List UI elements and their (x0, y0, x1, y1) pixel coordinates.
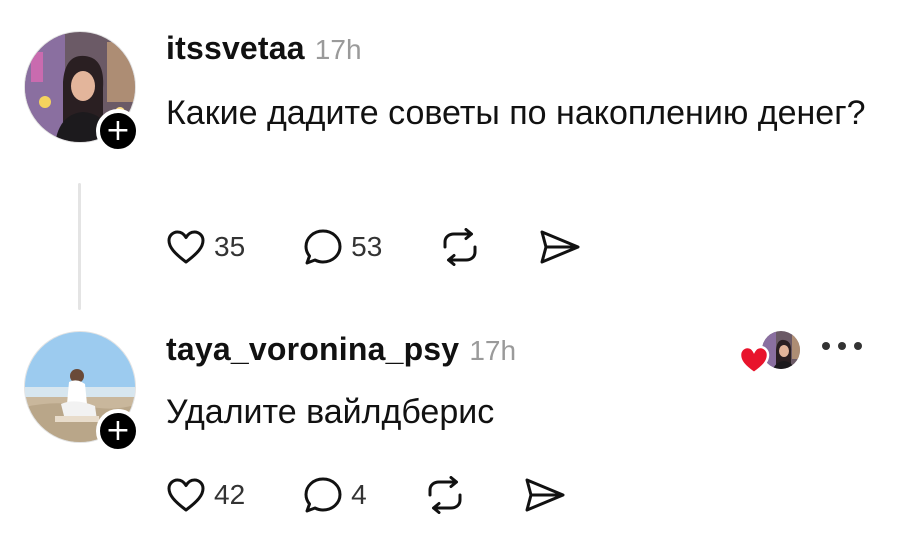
like-button[interactable]: 42 (166, 477, 245, 513)
author-liked-indicator (738, 329, 802, 375)
more-dot (838, 342, 846, 350)
post-actions: 35 53 (166, 228, 640, 266)
author-avatar-wrap[interactable]: + (24, 331, 140, 453)
comment-button[interactable]: 53 (303, 228, 382, 266)
post-text: Какие дадите советы по накоплению денег? (166, 94, 866, 132)
like-button[interactable]: 35 (166, 229, 245, 265)
more-options-button[interactable] (822, 339, 862, 353)
comment-icon (304, 477, 342, 513)
comment-icon (304, 229, 342, 265)
follow-plus-button[interactable]: + (96, 409, 140, 453)
more-dot (822, 342, 830, 350)
timestamp: 17h (469, 335, 517, 366)
comment-button[interactable]: 4 (303, 476, 367, 514)
username[interactable]: itssvetaa (166, 30, 305, 67)
share-icon (525, 478, 565, 512)
post-text: Удалите вайлдберис (166, 393, 495, 431)
post-header: taya_voronina_psy 17h (166, 331, 516, 368)
red-heart-icon (738, 345, 770, 375)
timestamp: 17h (314, 34, 362, 65)
more-dot (854, 342, 862, 350)
author-avatar-wrap[interactable]: + (24, 31, 140, 153)
heart-icon (167, 478, 205, 512)
like-count: 35 (214, 231, 246, 262)
share-button[interactable] (538, 228, 582, 266)
comment-count: 53 (351, 231, 383, 262)
heart-icon (167, 230, 205, 264)
follow-plus-button[interactable]: + (96, 109, 140, 153)
repost-icon (443, 228, 477, 266)
repost-button[interactable] (440, 228, 480, 266)
share-button[interactable] (523, 476, 567, 514)
repost-icon (428, 476, 462, 514)
like-count: 42 (214, 479, 246, 510)
username[interactable]: taya_voronina_psy (166, 331, 459, 368)
comment-count: 4 (351, 479, 367, 510)
thread-line (78, 183, 81, 310)
share-icon (540, 230, 580, 264)
post-header: itssvetaa 17h (166, 30, 362, 67)
repost-button[interactable] (425, 476, 465, 514)
post-actions: 42 4 (166, 476, 625, 514)
